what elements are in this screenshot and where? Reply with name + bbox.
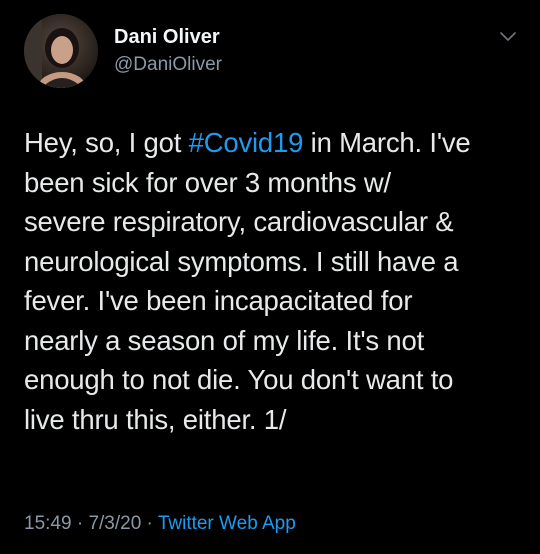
chevron-down-icon[interactable]: [498, 30, 518, 44]
tweet-text-start: Hey, so, I got: [24, 127, 189, 158]
meta-separator: ·: [71, 513, 89, 534]
tweet-time[interactable]: 15:49: [24, 513, 72, 534]
tweet: Dani Oliver @DaniOliver Hey, so, I got #…: [0, 0, 540, 554]
tweet-text: Hey, so, I got #Covid19 in March. I've b…: [24, 123, 524, 439]
avatar[interactable]: [24, 14, 98, 88]
meta-separator: ·: [141, 513, 158, 534]
tweet-meta: 15:49 · 7/3/20 · Twitter Web App: [24, 513, 296, 535]
hashtag-link[interactable]: #Covid19: [189, 127, 304, 158]
display-name[interactable]: Dani Oliver: [114, 26, 220, 49]
tweet-source-link[interactable]: Twitter Web App: [158, 513, 296, 534]
handle[interactable]: @DaniOliver: [114, 54, 222, 76]
tweet-date[interactable]: 7/3/20: [88, 513, 141, 534]
tweet-text-rest: in March. I've been sick for over 3 mont…: [24, 127, 471, 435]
